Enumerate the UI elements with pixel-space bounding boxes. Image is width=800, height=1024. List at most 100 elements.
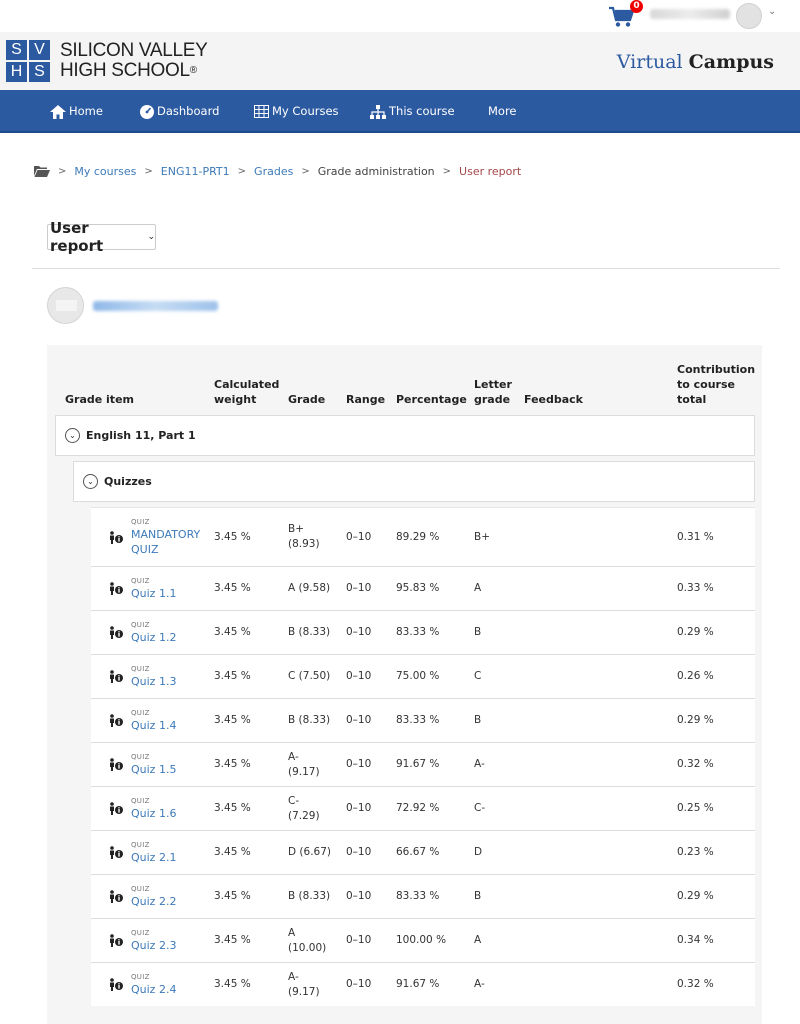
quiz-link[interactable]: Quiz 2.1 <box>131 850 176 865</box>
letter-grade: B <box>474 714 482 726</box>
grade-line1: D (6.67) <box>288 846 331 858</box>
nav-more[interactable]: More <box>488 90 517 133</box>
letter-grade: B+ <box>474 530 491 543</box>
quiz-link[interactable]: Quiz 2.2 <box>131 894 176 909</box>
grade-item-name: QUIZ Quiz 1.1 <box>131 567 176 610</box>
grade: B (8.33) <box>288 611 330 654</box>
site-header: S V H S SILICON VALLEY HIGH SCHOOL® Virt… <box>0 32 800 90</box>
calculated-weight: 3.45 % <box>214 530 251 543</box>
table-row: QUIZ Quiz 1.3 3.45 % C (7.50) 0–10 75.00… <box>91 654 755 698</box>
range: 0–10 <box>346 582 372 594</box>
letter-grade: A- <box>474 978 485 990</box>
breadcrumb-separator: > <box>58 165 67 177</box>
table-row: QUIZ Quiz 2.2 3.45 % B (8.33) 0–10 83.33… <box>91 874 755 918</box>
quiz-link[interactable]: Quiz 1.3 <box>131 674 176 689</box>
contribution: 0.31 % <box>677 530 714 543</box>
table-row: QUIZ MANDATORY QUIZ 3.45 % B+ (8.93) 0–1… <box>91 507 755 566</box>
item-type-label: QUIZ <box>131 664 150 673</box>
grade: A- (9.17) <box>288 743 320 786</box>
calculated-weight: 3.45 % <box>214 846 251 858</box>
percentage: 89.29 % <box>396 530 440 543</box>
percentage: 83.33 % <box>396 714 440 726</box>
percentage: 66.67 % <box>396 846 440 858</box>
breadcrumb-grades[interactable]: Grades <box>254 165 293 178</box>
header-range: Range <box>346 393 386 406</box>
grade-line1: C (7.50) <box>288 670 331 682</box>
quiz-link[interactable]: MANDATORY QUIZ <box>131 527 200 557</box>
grade-line2: (7.29) <box>288 809 320 822</box>
range: 0–10 <box>346 530 372 543</box>
range: 0–10 <box>346 626 372 638</box>
grade-line2: (8.93) <box>288 538 320 550</box>
quiz-link[interactable]: Quiz 1.5 <box>131 762 176 777</box>
nav-my-courses[interactable]: My Courses <box>254 90 339 133</box>
header-percentage: Percentage <box>396 393 467 406</box>
quiz-icon <box>109 508 123 566</box>
grade: A (10.00) <box>288 919 326 962</box>
breadcrumb-user-report[interactable]: User report <box>459 165 521 178</box>
percentage: 91.67 % <box>396 978 440 990</box>
letter-grade: A <box>474 934 482 946</box>
grade-line1: A- <box>288 970 299 983</box>
percentage: 75.00 % <box>396 670 440 682</box>
quiz-link[interactable]: Quiz 1.1 <box>131 586 176 601</box>
category-name: Quizzes <box>104 475 152 488</box>
grade-line1: A <box>288 926 296 939</box>
quiz-link[interactable]: Quiz 2.4 <box>131 982 176 997</box>
quiz-icon <box>109 919 123 962</box>
header-feedback: Feedback <box>524 393 583 406</box>
item-type-label: QUIZ <box>131 972 150 981</box>
site-logo[interactable]: S V H S <box>6 40 50 82</box>
report-type-value: User report <box>50 219 104 255</box>
nav-home[interactable]: Home <box>50 90 103 133</box>
item-type-label: QUIZ <box>131 576 150 585</box>
collapse-chevron-icon[interactable]: ⌄ <box>65 428 80 443</box>
grade-item-name: QUIZ Quiz 1.2 <box>131 611 176 654</box>
quiz-link[interactable]: Quiz 1.6 <box>131 806 176 821</box>
calculated-weight: 3.45 % <box>214 582 251 594</box>
grade-line1: B (8.33) <box>288 626 331 638</box>
quiz-link[interactable]: Quiz 2.3 <box>131 938 176 953</box>
letter-grade: B <box>474 890 482 902</box>
calculated-weight: 3.45 % <box>214 890 251 902</box>
logo-letter: S <box>29 62 50 82</box>
grade-item-name: QUIZ Quiz 1.5 <box>131 743 176 786</box>
folder-open-icon[interactable] <box>34 165 50 177</box>
header-grade-item: Grade item <box>65 393 134 406</box>
virtual-campus-title: Virtual Campus <box>617 51 774 73</box>
table-row: QUIZ Quiz 1.4 3.45 % B (8.33) 0–10 83.33… <box>91 698 755 742</box>
quiz-link[interactable]: Quiz 1.2 <box>131 630 176 645</box>
quiz-name-line1: Quiz 1.2 <box>131 630 177 644</box>
nav-this-course[interactable]: This course <box>370 90 455 133</box>
header-contribution: Contribution to course total <box>677 362 755 407</box>
logo-letter: S <box>6 40 27 60</box>
user-menu-name[interactable] <box>650 9 730 19</box>
collapse-chevron-icon[interactable]: ⌄ <box>83 474 98 489</box>
item-type-label: QUIZ <box>131 796 150 805</box>
nav-dashboard[interactable]: Dashboard <box>140 90 219 133</box>
percentage: 72.92 % <box>396 802 440 814</box>
range: 0–10 <box>346 714 372 726</box>
breadcrumb-my-courses[interactable]: My courses <box>74 165 136 178</box>
header-letter-grade-line2: grade <box>474 393 511 406</box>
report-type-select[interactable]: User report ⌄ <box>47 219 156 255</box>
quiz-link[interactable]: Quiz 1.4 <box>131 718 176 733</box>
student-avatar[interactable] <box>47 287 84 324</box>
top-strip: 0 ⌄ <box>0 0 800 32</box>
quiz-name-line1: Quiz 2.3 <box>131 938 177 952</box>
registered-mark: ® <box>189 65 197 76</box>
header-calculated-weight-line2: weight <box>214 393 257 406</box>
user-avatar[interactable] <box>736 3 762 29</box>
user-menu-chevron-down-icon[interactable]: ⌄ <box>768 6 776 17</box>
student-name-link[interactable] <box>93 301 218 311</box>
header-calculated-weight-line1: Calculated <box>214 378 280 391</box>
calculated-weight: 3.45 % <box>214 714 251 726</box>
table-row: QUIZ Quiz 2.4 3.45 % A- (9.17) 0–10 91.6… <box>91 962 755 1006</box>
grade-item-name: QUIZ Quiz 2.3 <box>131 919 176 962</box>
nav-home-label: Home <box>69 104 103 118</box>
contribution: 0.26 % <box>677 670 714 682</box>
header-letter-grade: Letter grade <box>474 377 512 407</box>
breadcrumb-separator: > <box>301 165 310 177</box>
breadcrumb-course[interactable]: ENG11-PRT1 <box>161 165 230 178</box>
contribution: 0.32 % <box>677 978 714 990</box>
